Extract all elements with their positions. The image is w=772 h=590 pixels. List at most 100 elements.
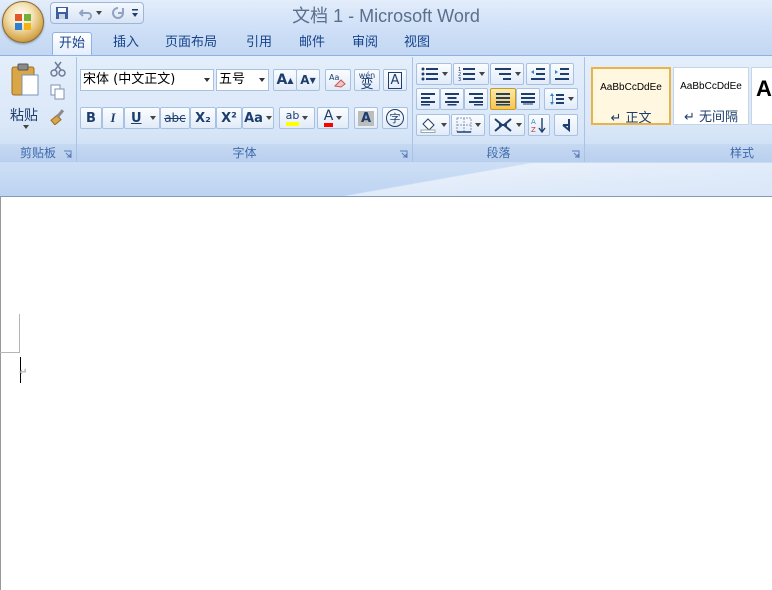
- bold-button[interactable]: B: [80, 107, 102, 129]
- align-left-icon: [421, 93, 435, 106]
- phonetic-guide-button[interactable]: wén 变: [354, 69, 380, 91]
- borders-icon: [456, 117, 471, 133]
- show-hide-marks-button[interactable]: [554, 114, 578, 136]
- shrink-font-button[interactable]: A ▼: [296, 69, 320, 91]
- svg-text:Z: Z: [531, 126, 536, 133]
- copy-button[interactable]: [50, 84, 70, 104]
- superscript-button[interactable]: X²: [216, 107, 242, 129]
- justify-button[interactable]: [490, 88, 516, 110]
- eraser-icon: Aa: [329, 73, 346, 88]
- align-center-button[interactable]: [440, 88, 464, 110]
- highlight-button[interactable]: ab: [279, 107, 315, 129]
- character-border-icon: A: [387, 71, 403, 89]
- style-no-spacing[interactable]: AaBbCcDdEe ↵ 无间隔: [673, 67, 749, 125]
- font-group-label: 字体: [77, 144, 412, 162]
- font-size-value: 五号: [219, 72, 246, 87]
- document-area[interactable]: [0, 197, 772, 590]
- font-group: 宋体 (中文正文) 五号 A ▲ A ▼ Aa wén 变 A B I U abc …: [77, 57, 413, 162]
- font-name-combo[interactable]: 宋体 (中文正文): [80, 69, 214, 91]
- paste-label: 粘贴: [10, 108, 38, 124]
- chevron-down-icon: [441, 72, 448, 76]
- chevron-down-icon: [515, 123, 522, 127]
- chevron-down-icon: [478, 72, 485, 76]
- save-icon: [56, 6, 68, 19]
- tab-home[interactable]: 开始: [52, 32, 93, 55]
- increase-indent-button[interactable]: [550, 63, 574, 85]
- clipboard-group: 粘贴 剪贴板: [0, 57, 77, 162]
- multilevel-list-icon: [494, 68, 511, 80]
- italic-button[interactable]: I: [102, 107, 124, 129]
- character-border-button[interactable]: A: [383, 69, 407, 91]
- clear-formatting-button[interactable]: Aa: [325, 69, 351, 91]
- chevron-down-icon: [514, 72, 521, 76]
- numbering-button[interactable]: 1 2 3: [453, 63, 489, 85]
- tab-mailings[interactable]: 邮件: [293, 32, 331, 54]
- margin-corner-horizontal: [0, 352, 20, 353]
- svg-text:3: 3: [458, 77, 461, 82]
- chinese-layout-button[interactable]: [489, 114, 525, 136]
- chevron-down-icon: [23, 125, 29, 129]
- paste-button[interactable]: 粘贴: [4, 61, 44, 131]
- redo-button[interactable]: [109, 4, 127, 21]
- borders-button[interactable]: [451, 114, 485, 136]
- subscript-button[interactable]: X₂: [190, 107, 216, 129]
- sort-button[interactable]: AZ: [528, 114, 550, 136]
- sort-icon: AZ: [531, 118, 546, 133]
- chevron-down-icon: [440, 123, 447, 127]
- tab-insert[interactable]: 插入: [107, 32, 145, 54]
- distributed-button[interactable]: [516, 88, 540, 110]
- character-shading-icon: A: [357, 110, 375, 126]
- paste-icon: [11, 63, 39, 96]
- styles-group-label-text: 样式: [729, 146, 754, 160]
- strikethrough-button[interactable]: abc: [160, 107, 190, 129]
- tab-view[interactable]: 视图: [398, 32, 436, 54]
- character-shading-button[interactable]: A: [354, 107, 378, 129]
- tab-references[interactable]: 引用: [240, 32, 278, 54]
- decrease-indent-icon: [531, 68, 545, 80]
- enclose-characters-button[interactable]: 字: [382, 107, 408, 129]
- save-button[interactable]: [53, 4, 71, 21]
- qat-customize-button[interactable]: [129, 4, 141, 21]
- line-spacing-button[interactable]: [544, 88, 578, 110]
- copy-icon: [50, 84, 65, 100]
- line-spacing-icon: [549, 93, 564, 105]
- paragraph-mark: ↵: [19, 367, 28, 378]
- style-normal[interactable]: AaBbCcDdEe ↵ 正文: [591, 67, 671, 126]
- increase-indent-icon: [555, 68, 569, 80]
- ribbon-tabs: 开始 插入 页面布局 引用 邮件 审阅 视图: [0, 28, 772, 55]
- shading-button[interactable]: [416, 114, 450, 136]
- underline-button[interactable]: U: [124, 107, 160, 129]
- clipboard-launcher-icon[interactable]: [63, 150, 72, 159]
- chevron-down-icon: [302, 116, 309, 120]
- office-button[interactable]: [2, 1, 44, 43]
- ribbon-band-shine: [240, 163, 772, 196]
- tab-page-layout[interactable]: 页面布局: [159, 32, 223, 54]
- align-right-icon: [469, 93, 483, 106]
- format-painter-button[interactable]: [50, 107, 70, 127]
- cut-button[interactable]: [50, 61, 70, 81]
- style-heading-1-preview: A: [756, 76, 772, 101]
- tab-review[interactable]: 审阅: [346, 32, 384, 54]
- brush-icon: [50, 109, 65, 126]
- font-color-button[interactable]: A: [317, 107, 349, 129]
- style-heading-1[interactable]: A: [751, 67, 772, 125]
- change-case-button[interactable]: Aa: [242, 107, 274, 129]
- svg-text:A: A: [531, 118, 536, 126]
- paragraph-launcher-icon[interactable]: [571, 150, 580, 159]
- paragraph-mark-icon: [562, 119, 570, 133]
- decrease-indent-button[interactable]: [526, 63, 550, 85]
- redo-icon: [112, 6, 124, 19]
- grow-font-button[interactable]: A ▲: [273, 69, 297, 91]
- chinese-layout-icon: [493, 118, 512, 132]
- font-size-combo[interactable]: 五号: [216, 69, 269, 91]
- multilevel-list-button[interactable]: [490, 63, 524, 85]
- align-right-button[interactable]: [464, 88, 488, 110]
- bullets-button[interactable]: [416, 63, 452, 85]
- chevron-down-icon: [259, 78, 265, 82]
- align-left-button[interactable]: [416, 88, 440, 110]
- undo-dropdown[interactable]: [95, 4, 103, 21]
- margin-corner-vertical: [19, 314, 20, 352]
- undo-button[interactable]: [77, 4, 95, 21]
- font-launcher-icon[interactable]: [399, 150, 408, 159]
- underline-icon: U: [131, 110, 142, 126]
